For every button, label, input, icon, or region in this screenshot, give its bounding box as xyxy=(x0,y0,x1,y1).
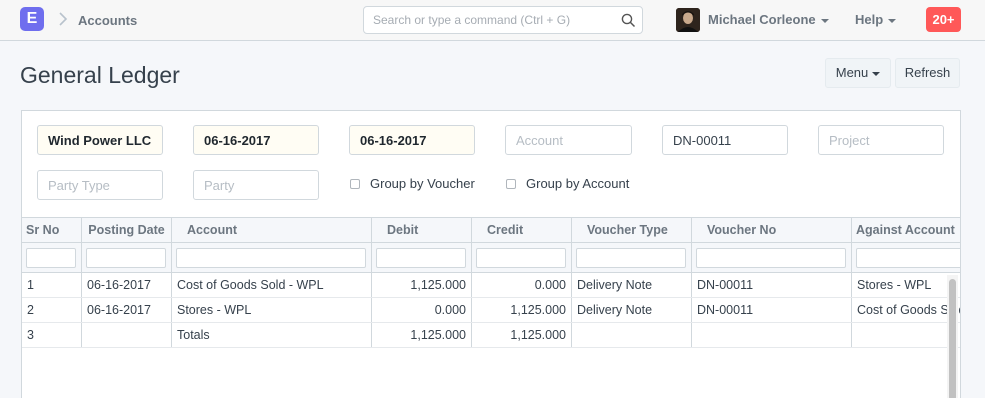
table-cell: 0.000 xyxy=(372,298,472,322)
help-label: Help xyxy=(855,12,884,27)
column-header[interactable]: Voucher No xyxy=(692,218,852,242)
filter-cell xyxy=(172,243,372,272)
column-filter-input[interactable] xyxy=(476,248,566,268)
notifications-badge[interactable]: 20+ xyxy=(926,7,961,32)
awesomebar[interactable] xyxy=(363,6,643,34)
search-icon[interactable] xyxy=(621,13,636,28)
column-header[interactable]: Against Account xyxy=(852,218,960,242)
table-cell: 1,125.000 xyxy=(372,273,472,297)
column-filter-input[interactable] xyxy=(696,248,846,268)
table-cell: 1,125.000 xyxy=(472,298,572,322)
page-title: General Ledger xyxy=(20,62,180,88)
column-header[interactable]: Sr No xyxy=(22,218,82,242)
avatar[interactable] xyxy=(676,8,700,32)
scrollbar-thumb[interactable] xyxy=(949,279,956,398)
table-filter-row xyxy=(22,243,960,273)
table-cell xyxy=(692,323,852,347)
table-cell: Stores - WPL xyxy=(172,298,372,322)
table-row[interactable]: 2 06-16-2017 Stores - WPL 0.000 1,125.00… xyxy=(22,298,960,323)
party-type-field[interactable] xyxy=(37,170,163,200)
column-header[interactable]: Account xyxy=(172,218,372,242)
column-filter-input[interactable] xyxy=(26,248,76,268)
table-cell: Delivery Note xyxy=(572,298,692,322)
table-cell: 1 xyxy=(22,273,82,297)
table-cell: Delivery Note xyxy=(572,273,692,297)
report-area: Group by Voucher Group by Account Sr No … xyxy=(21,110,961,398)
group-by-account-checkbox[interactable]: Group by Account xyxy=(506,176,629,191)
voucher-no-field[interactable] xyxy=(662,125,788,155)
project-field[interactable] xyxy=(818,125,944,155)
user-menu[interactable]: Michael Corleone xyxy=(708,12,829,27)
column-filter-input[interactable] xyxy=(176,248,366,268)
account-field[interactable] xyxy=(505,125,632,155)
group-by-account-label: Group by Account xyxy=(526,176,630,191)
company-field[interactable] xyxy=(37,125,163,155)
table-cell: Stores - WPL xyxy=(852,273,960,297)
column-header[interactable]: Debit xyxy=(372,218,472,242)
table-cell: Cost of Goods Sold - WPL xyxy=(172,273,372,297)
filter-cell xyxy=(572,243,692,272)
column-header[interactable]: Credit xyxy=(472,218,572,242)
column-filter-input[interactable] xyxy=(86,248,166,268)
table-cell: DN-00011 xyxy=(692,273,852,297)
checkbox-box[interactable] xyxy=(506,178,516,189)
column-filter-input[interactable] xyxy=(576,248,686,268)
checkbox-box[interactable] xyxy=(350,178,360,189)
filter-cell xyxy=(372,243,472,272)
chevron-right-icon xyxy=(59,12,68,26)
app-logo[interactable]: E xyxy=(20,7,44,31)
table-row[interactable]: 3 Totals 1,125.000 1,125.000 xyxy=(22,323,960,348)
table-scrollbar[interactable] xyxy=(947,275,958,398)
table-cell: 1,125.000 xyxy=(472,323,572,347)
table-cell: 2 xyxy=(22,298,82,322)
ledger-table: Sr No Posting Date Account Debit Credit … xyxy=(22,217,960,398)
column-header[interactable]: Posting Date xyxy=(82,218,172,242)
table-cell: 1,125.000 xyxy=(372,323,472,347)
refresh-button[interactable]: Refresh xyxy=(895,58,960,88)
caret-down-icon xyxy=(888,18,897,23)
menu-button[interactable]: Menu xyxy=(825,58,891,88)
filter-cell xyxy=(472,243,572,272)
table-cell xyxy=(852,323,960,347)
to-date-field[interactable] xyxy=(349,125,475,155)
party-field[interactable] xyxy=(193,170,319,200)
menu-label: Menu xyxy=(835,65,869,80)
breadcrumb[interactable]: Accounts xyxy=(78,13,137,28)
table-header: Sr No Posting Date Account Debit Credit … xyxy=(22,217,960,243)
column-filter-input[interactable] xyxy=(856,248,960,268)
table-cell xyxy=(572,323,692,347)
search-input[interactable] xyxy=(373,13,613,27)
group-by-voucher-label: Group by Voucher xyxy=(370,176,475,191)
column-header[interactable]: Voucher Type xyxy=(572,218,692,242)
navbar: E Accounts Michael Corleone Help 20+ xyxy=(0,0,985,41)
help-menu[interactable]: Help xyxy=(855,12,897,27)
group-by-voucher-checkbox[interactable]: Group by Voucher xyxy=(350,176,475,191)
caret-down-icon xyxy=(820,18,829,23)
column-filter-input[interactable] xyxy=(376,248,466,268)
from-date-field[interactable] xyxy=(193,125,319,155)
table-cell: DN-00011 xyxy=(692,298,852,322)
table-cell: 0.000 xyxy=(472,273,572,297)
table-cell xyxy=(82,323,172,347)
table-row[interactable]: 1 06-16-2017 Cost of Goods Sold - WPL 1,… xyxy=(22,273,960,298)
caret-down-icon xyxy=(872,71,881,76)
user-photo-icon xyxy=(676,8,700,32)
filter-cell xyxy=(22,243,82,272)
filter-cell xyxy=(852,243,960,272)
table-cell: Cost of Goods Sold - WPL xyxy=(852,298,960,322)
user-name: Michael Corleone xyxy=(708,12,816,27)
filter-cell xyxy=(82,243,172,272)
table-cell: 3 xyxy=(22,323,82,347)
table-cell: 06-16-2017 xyxy=(82,298,172,322)
filter-cell xyxy=(692,243,852,272)
table-cell: Totals xyxy=(172,323,372,347)
table-cell: 06-16-2017 xyxy=(82,273,172,297)
